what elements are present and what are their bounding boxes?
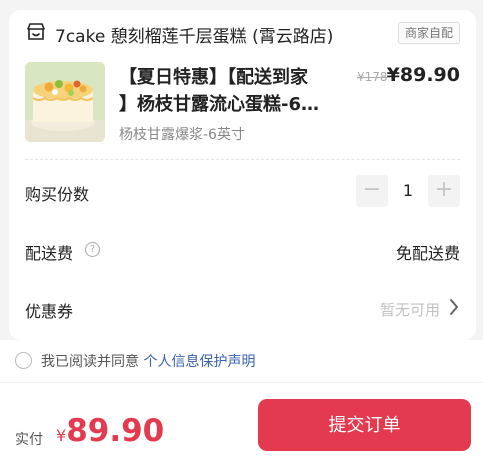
pay-amount: ¥89.90 xyxy=(56,413,164,449)
store-icon xyxy=(27,23,45,40)
submit-order-button[interactable]: 提交订单 xyxy=(258,399,471,451)
store-name: 7cake 憩刻榴莲千层蛋糕 (霄云路店) xyxy=(55,27,334,47)
product-name-line-1: 【夏日特惠】【配送到家 xyxy=(119,67,308,88)
original-price: ¥178 xyxy=(357,70,388,84)
order-card: 7cake 憩刻榴莲千层蛋糕 (霄云路店) 商家自配 【夏日特惠】【配送到家 】… xyxy=(9,10,476,340)
divider xyxy=(25,159,460,160)
product-spec: 杨枝甘露爆浆-6英寸 xyxy=(119,127,245,143)
coupon-label: 优惠券 xyxy=(25,302,74,321)
shipping-fee: 免配送费 xyxy=(395,244,460,263)
quantity-row: 购买份数 − 1 + xyxy=(25,175,460,207)
quantity-label: 购买份数 xyxy=(25,185,90,204)
privacy-policy-link[interactable]: 个人信息保护声明 xyxy=(143,354,255,370)
question-circle-icon[interactable]: ? xyxy=(85,242,100,257)
agreement-prefix: 我已阅读并同意 xyxy=(41,354,139,370)
pay-currency: ¥ xyxy=(56,426,67,445)
product-image xyxy=(25,62,105,142)
shipping-label: 配送费 xyxy=(25,244,74,263)
chevron-right-icon xyxy=(450,299,458,315)
delivery-badge: 商家自配 xyxy=(397,22,460,44)
product-name-line-2: 】杨枝甘露流心蛋糕-6… xyxy=(119,94,319,115)
coupon-status: 暂无可用 xyxy=(379,301,440,319)
pay-label: 实付 xyxy=(15,432,43,448)
coupon-row[interactable]: 优惠券 暂无可用 xyxy=(25,292,460,324)
product-item: 【夏日特惠】【配送到家 】杨枝甘露流心蛋糕-6… ¥178 ¥89.90 杨枝甘… xyxy=(9,62,476,154)
radio-unchecked-icon[interactable] xyxy=(15,352,32,369)
decrease-button[interactable]: − xyxy=(356,175,388,207)
agreement-text: 我已阅读并同意 个人信息保护声明 xyxy=(41,351,255,371)
increase-button[interactable]: + xyxy=(428,175,460,207)
agreement-row: 我已阅读并同意 个人信息保护声明 xyxy=(0,340,483,382)
product-price: ¥89.90 xyxy=(386,64,460,86)
store-row[interactable]: 7cake 憩刻榴莲千层蛋糕 (霄云路店) 商家自配 xyxy=(9,10,476,56)
checkout-bar: 实付 ¥89.90 提交订单 xyxy=(0,382,483,465)
pay-number: 89.90 xyxy=(66,413,165,449)
quantity-stepper[interactable]: − 1 + xyxy=(356,175,460,207)
shipping-row: 配送费 ? 免配送费 xyxy=(25,234,460,266)
product-name[interactable]: 【夏日特惠】【配送到家 】杨枝甘露流心蛋糕-6… xyxy=(119,64,351,118)
quantity-value: 1 xyxy=(402,181,414,200)
